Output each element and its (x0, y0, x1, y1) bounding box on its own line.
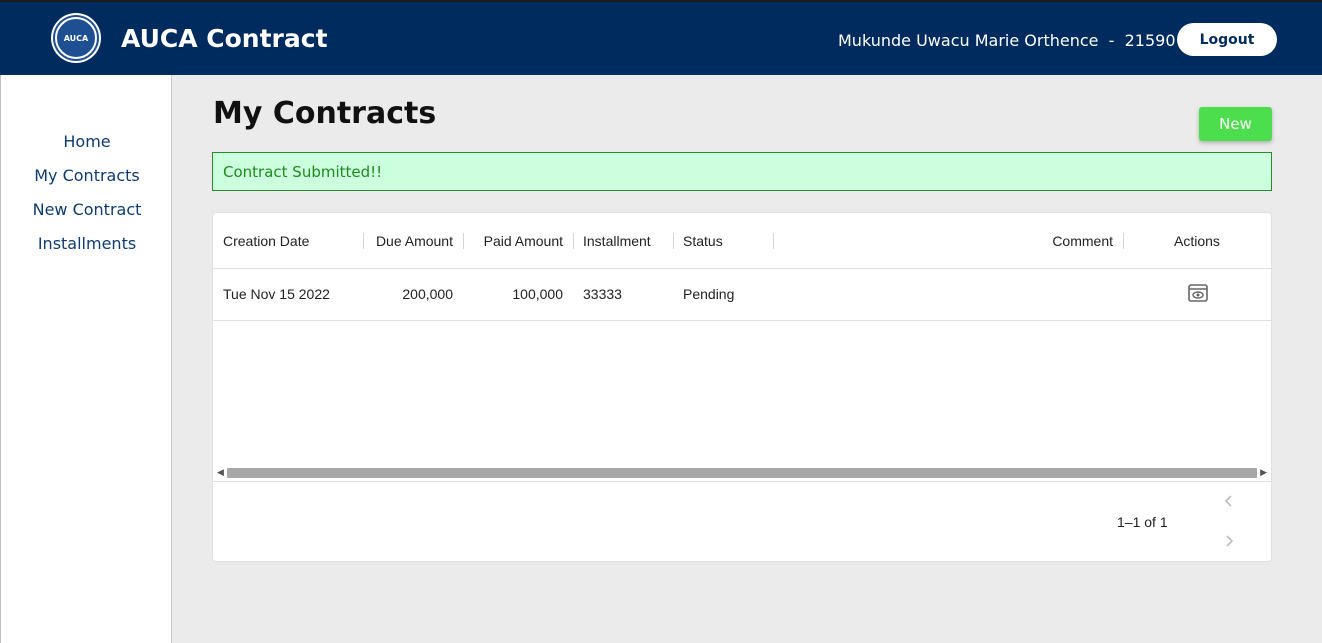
contracts-table: Creation Date Due Amount Paid Amount Ins… (212, 212, 1272, 562)
column-separator[interactable] (1123, 233, 1124, 249)
column-separator[interactable] (673, 233, 674, 249)
cell-creation-date: Tue Nov 15 2022 (223, 286, 330, 302)
cell-due-amount: 200,000 (402, 286, 453, 302)
alert-message: Contract Submitted!! (223, 162, 383, 181)
sidebar: Home My Contracts New Contract Installme… (0, 75, 172, 643)
success-alert: Contract Submitted!! (212, 152, 1272, 191)
logout-button[interactable]: Logout (1177, 23, 1277, 56)
sidebar-item-new-contract[interactable]: New Contract (1, 200, 173, 219)
eye-icon[interactable] (1188, 284, 1208, 302)
new-contract-button[interactable]: New (1199, 107, 1272, 141)
user-info: Mukunde Uwacu Marie Orthence - 21590 (838, 31, 1176, 50)
column-header-actions: Actions (1174, 233, 1220, 249)
column-header-installment[interactable]: Installment (583, 233, 651, 249)
auca-logo: AUCA (51, 13, 101, 63)
next-page-icon[interactable] (1221, 533, 1237, 549)
scroll-right-icon[interactable]: ▶ (1260, 467, 1267, 478)
cell-paid-amount: 100,000 (512, 286, 563, 302)
column-separator[interactable] (773, 233, 774, 249)
cell-status: Pending (683, 286, 735, 302)
logo-emblem: AUCA (55, 17, 97, 59)
pagination-info: 1–1 of 1 (1117, 514, 1168, 530)
table-header: Creation Date Due Amount Paid Amount Ins… (213, 213, 1271, 269)
column-header-due-amount[interactable]: Due Amount (376, 233, 453, 249)
app-header: AUCA AUCA Contract Mukunde Uwacu Marie O… (0, 0, 1322, 75)
column-separator[interactable] (363, 233, 364, 249)
sidebar-item-home[interactable]: Home (1, 132, 173, 151)
column-header-creation-date[interactable]: Creation Date (223, 233, 309, 249)
footer-divider (213, 481, 1271, 482)
scroll-left-icon[interactable]: ◀ (217, 467, 224, 478)
column-header-comment[interactable]: Comment (1052, 233, 1113, 249)
page-title: My Contracts (213, 96, 437, 131)
sidebar-item-installments[interactable]: Installments (1, 234, 173, 253)
column-separator[interactable] (463, 233, 464, 249)
app-title: AUCA Contract (121, 24, 328, 53)
column-header-paid-amount[interactable]: Paid Amount (484, 233, 563, 249)
column-separator[interactable] (573, 233, 574, 249)
previous-page-icon[interactable] (1221, 493, 1237, 509)
table-row[interactable]: Tue Nov 15 2022 200,000 100,000 33333 Pe… (213, 269, 1271, 321)
column-header-status[interactable]: Status (683, 233, 723, 249)
sidebar-item-my-contracts[interactable]: My Contracts (1, 166, 173, 185)
scrollbar-thumb[interactable] (227, 468, 1257, 478)
horizontal-scrollbar[interactable]: ◀ ▶ (215, 466, 1269, 478)
cell-installment: 33333 (583, 286, 622, 302)
